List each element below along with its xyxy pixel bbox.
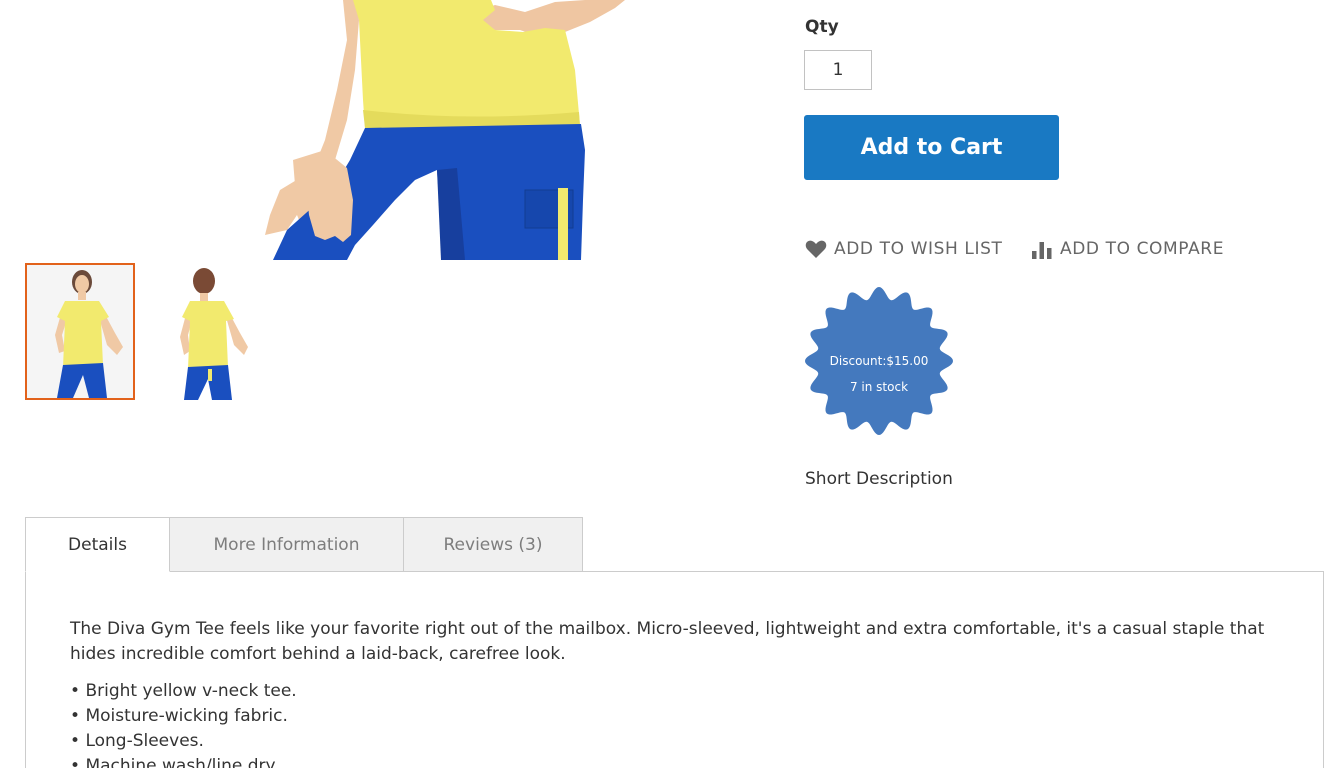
thumbnail-back-image: [140, 263, 248, 400]
thumbnail-back[interactable]: [140, 263, 248, 400]
details-paragraph: The Diva Gym Tee feels like your favorit…: [70, 619, 1265, 664]
qty-label: Qty: [805, 17, 839, 37]
list-item: Long-Sleeves.: [70, 729, 297, 754]
details-bullets: Bright yellow v-neck tee. Moisture-wicki…: [70, 679, 297, 768]
add-to-cart-button[interactable]: Add to Cart: [804, 115, 1059, 180]
model-figure: [265, 0, 625, 260]
heart-icon: [805, 240, 827, 258]
qty-input[interactable]: [804, 50, 872, 90]
compare-bars-icon: [1032, 242, 1052, 259]
product-page: Qty Add to Cart ADD TO WISH LIST ADD TO …: [0, 0, 1344, 768]
badge-stock-text: 7 in stock: [849, 380, 909, 394]
add-to-compare-link[interactable]: ADD TO COMPARE: [1031, 237, 1224, 261]
wishlist-label: ADD TO WISH LIST: [834, 239, 1003, 259]
tab-more-information[interactable]: More Information: [169, 517, 404, 572]
list-item: Bright yellow v-neck tee.: [70, 679, 296, 704]
list-item: Moisture-wicking fabric.: [70, 704, 297, 729]
add-to-wishlist-link[interactable]: ADD TO WISH LIST: [805, 237, 1002, 261]
list-item: Machine wash/line dry.: [70, 754, 297, 768]
product-tabs: Details More Information Reviews (3): [25, 517, 583, 572]
short-description-label: Short Description: [805, 469, 953, 489]
badge-discount-text: Discount:$15.00: [829, 354, 929, 368]
discount-badge: Discount:$15.00 7 in stock: [803, 285, 955, 437]
thumbnail-front-image: [27, 265, 133, 398]
tab-reviews[interactable]: Reviews (3): [403, 517, 583, 572]
thumbnail-front[interactable]: [25, 263, 135, 400]
compare-label: ADD TO COMPARE: [1060, 239, 1225, 259]
tab-details-panel: The Diva Gym Tee feels like your favorit…: [25, 571, 1324, 768]
main-product-image[interactable]: [25, 0, 755, 260]
tab-details[interactable]: Details: [25, 517, 170, 572]
